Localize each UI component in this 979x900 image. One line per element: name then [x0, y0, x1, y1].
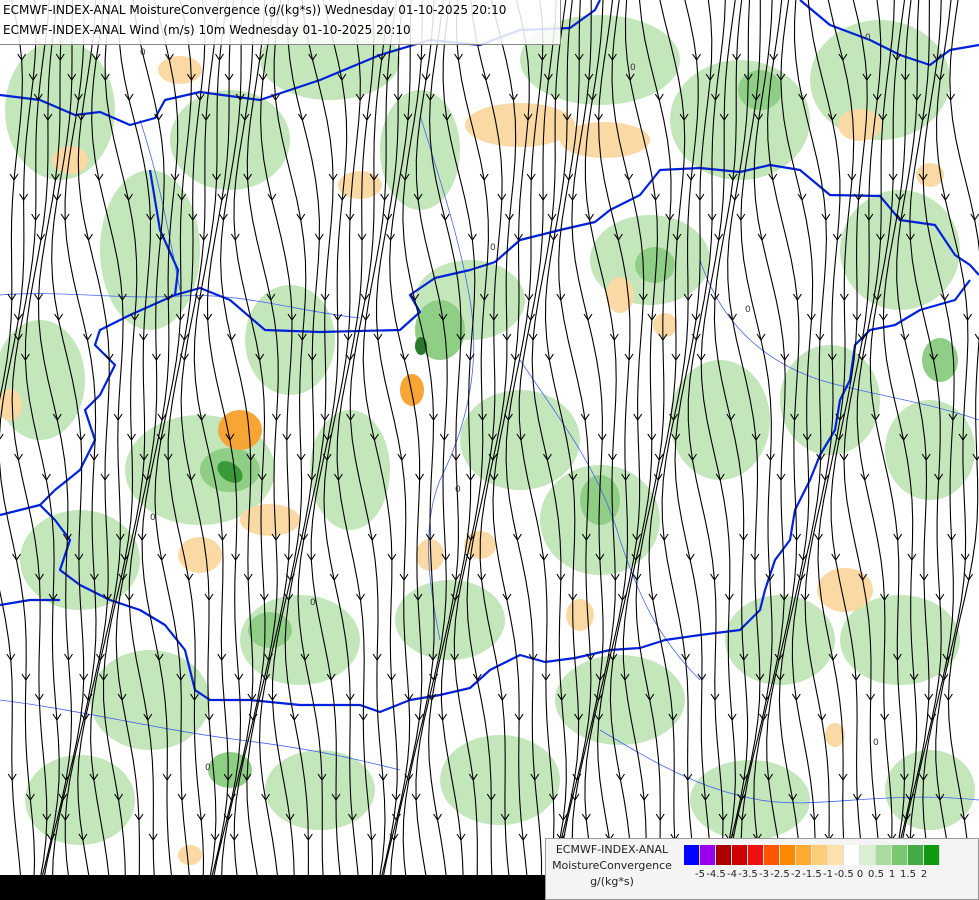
- svg-text:0: 0: [873, 738, 879, 748]
- legend-unit-label: g/(kg*s): [590, 875, 634, 888]
- legend-swatch: [796, 845, 812, 865]
- title-moisture-convergence: ECMWF-INDEX-ANAL MoistureConvergence (g/…: [3, 3, 507, 17]
- legend-swatch: [716, 845, 732, 865]
- legend-tick-label: -1: [823, 869, 833, 880]
- legend-swatch: [892, 845, 908, 865]
- legend-tick-label: -1.5: [802, 869, 822, 880]
- svg-text:0: 0: [490, 243, 496, 253]
- weather-map: 0 0 0 0 0 0 0 0 0 0: [0, 0, 979, 900]
- legend-swatch: [684, 845, 700, 865]
- legend-tick-label: -4: [727, 869, 737, 880]
- legend-tick-label: -5: [695, 869, 705, 880]
- legend-swatch: [732, 845, 748, 865]
- svg-text:0: 0: [205, 763, 211, 773]
- svg-text:0: 0: [140, 48, 146, 58]
- svg-text:0: 0: [745, 305, 751, 315]
- legend-swatch: [876, 845, 892, 865]
- legend-tick-labels: -5 -4.5 -4 -3.5 -3 -2.5 -2 -1.5 -1 -0.5 0 0.5 1 1.5 2: [684, 869, 976, 885]
- legend-tick-label: 0: [856, 869, 864, 880]
- svg-text:0: 0: [150, 513, 156, 523]
- legend-tick-label: -4.5: [706, 869, 726, 880]
- legend-tick-label: -2: [791, 869, 801, 880]
- legend-swatch: [764, 845, 780, 865]
- legend-tick-label: -3.5: [738, 869, 758, 880]
- legend-swatches: [684, 845, 940, 865]
- legend-tick-label: 0.5: [868, 869, 884, 880]
- legend-tick-label: 1.5: [900, 869, 916, 880]
- color-legend: ECMWF-INDEX-ANAL MoistureConvergence g/(…: [545, 838, 979, 900]
- title-wind: ECMWF-INDEX-ANAL Wind (m/s) 10m Wednesda…: [3, 23, 411, 37]
- legend-swatch: [844, 845, 860, 865]
- legend-tick-label: -3: [759, 869, 769, 880]
- svg-text:0: 0: [310, 598, 316, 608]
- legend-swatch: [780, 845, 796, 865]
- legend-variable-label: MoistureConvergence: [552, 859, 672, 872]
- legend-tick-label: 2: [920, 869, 928, 880]
- map-title-box: ECMWF-INDEX-ANAL MoistureConvergence (g/…: [0, 0, 561, 45]
- legend-swatch: [748, 845, 764, 865]
- legend-tick-label: -2.5: [770, 869, 790, 880]
- legend-tick-label: -0.5: [834, 869, 854, 880]
- legend-swatch: [812, 845, 828, 865]
- svg-text:0: 0: [865, 33, 871, 43]
- legend-swatch: [924, 845, 940, 865]
- legend-swatch: [828, 845, 844, 865]
- legend-swatch: [908, 845, 924, 865]
- legend-swatch: [860, 845, 876, 865]
- legend-tick-label: 1: [888, 869, 896, 880]
- svg-text:0: 0: [455, 485, 461, 495]
- legend-model-label: ECMWF-INDEX-ANAL: [555, 843, 669, 856]
- svg-text:0: 0: [630, 63, 636, 73]
- legend-swatch: [700, 845, 716, 865]
